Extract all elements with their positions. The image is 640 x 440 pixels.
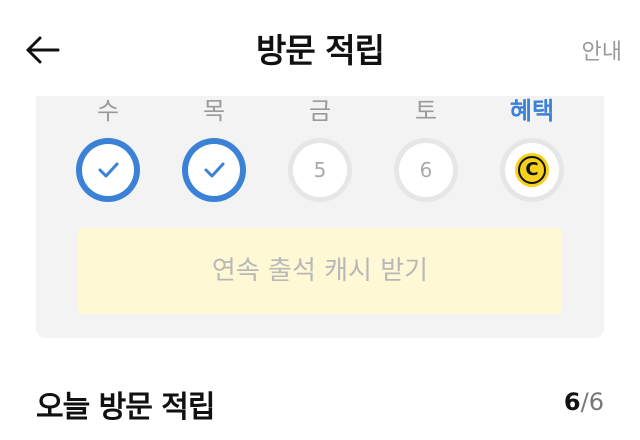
check-icon bbox=[204, 162, 225, 178]
coin-icon: C bbox=[515, 153, 549, 187]
day-item-thu: 목 bbox=[164, 96, 264, 202]
day-status-pending: 5 bbox=[288, 138, 352, 202]
day-item-wed: 수 bbox=[58, 96, 158, 202]
day-number: 6 bbox=[399, 143, 453, 197]
visit-count-current: 6 bbox=[563, 388, 581, 416]
claim-cash-button[interactable]: 연속 출석 캐시 받기 bbox=[78, 228, 562, 314]
day-number: 5 bbox=[293, 143, 347, 197]
day-item-benefit: 혜택 C bbox=[482, 96, 582, 202]
day-status-checked bbox=[76, 138, 140, 202]
visit-count-total: 6 bbox=[588, 388, 604, 416]
check-icon bbox=[98, 162, 119, 178]
section-title: 오늘 방문 적립 bbox=[36, 390, 215, 425]
day-label: 목 bbox=[202, 97, 226, 125]
day-label: 금 bbox=[308, 97, 332, 125]
page-title: 방문 적립 bbox=[256, 31, 385, 70]
day-status-pending: 6 bbox=[394, 138, 458, 202]
visit-count-separator: / bbox=[580, 388, 589, 416]
guide-button[interactable]: 안내 bbox=[582, 34, 622, 66]
day-status-checked bbox=[182, 138, 246, 202]
benefit-circle: C bbox=[500, 138, 564, 202]
day-strip: 수 목 금 5 토 6 혜택 C bbox=[36, 96, 604, 206]
day-item-sat: 토 6 bbox=[376, 96, 476, 202]
benefit-label: 혜택 bbox=[509, 97, 555, 125]
day-label: 토 bbox=[414, 97, 438, 125]
day-item-fri: 금 5 bbox=[270, 96, 370, 202]
day-label: 수 bbox=[96, 97, 120, 125]
attendance-card: 수 목 금 5 토 6 혜택 C 연속 출석 캐시 받기 bbox=[36, 96, 604, 338]
app-header: 방문 적립 안내 bbox=[0, 0, 640, 96]
visit-count: 6/6 bbox=[564, 388, 604, 416]
